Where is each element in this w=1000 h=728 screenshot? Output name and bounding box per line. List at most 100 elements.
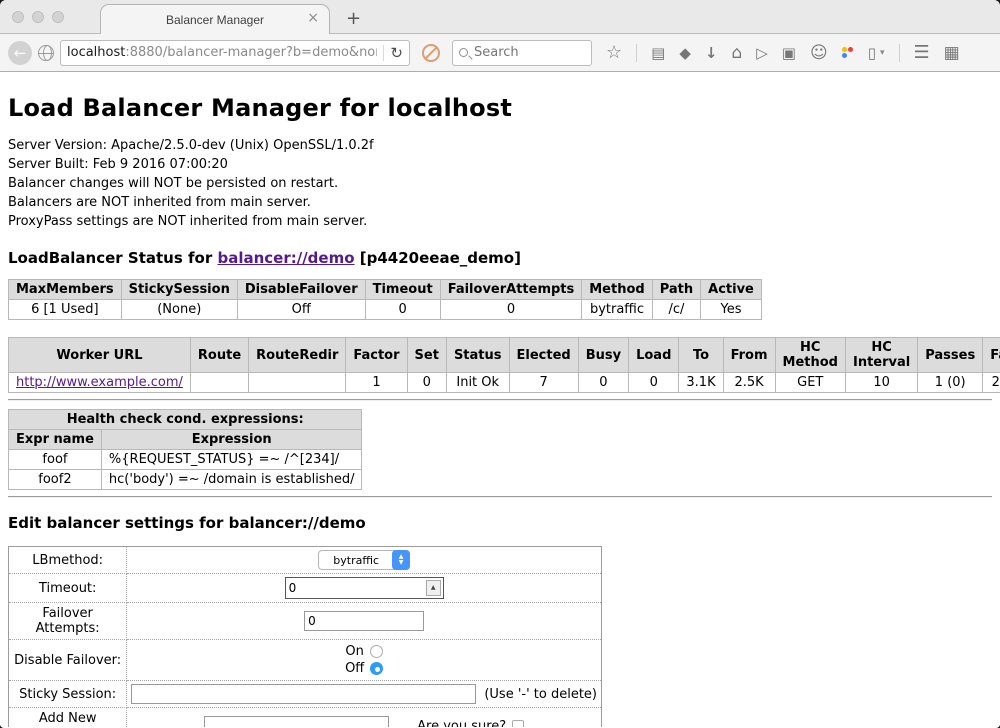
cell-busy: 0 bbox=[578, 373, 628, 393]
pocket-icon[interactable]: ▣ bbox=[782, 45, 796, 61]
form-row-failover: Failover Attempts: bbox=[9, 603, 602, 640]
cell-fails: 2 (0) bbox=[983, 373, 1000, 393]
cell-elected: 7 bbox=[509, 373, 578, 393]
status-heading-prefix: LoadBalancer Status for bbox=[8, 249, 217, 267]
column-header: Set bbox=[407, 338, 446, 373]
chat-icon[interactable]: ☺ bbox=[810, 45, 828, 61]
cell-path: /c/ bbox=[652, 300, 700, 320]
edit-balancer-form: LBmethod: bytraffic ▲▼ Timeout: ▲ bbox=[8, 546, 602, 727]
chevron-down-icon[interactable]: ▾ bbox=[880, 48, 885, 58]
column-header: Expression bbox=[101, 430, 362, 450]
form-row-sticky: Sticky Session: (Use '-' to delete) bbox=[9, 681, 602, 708]
column-header: Timeout bbox=[365, 280, 440, 300]
column-header: To bbox=[679, 338, 723, 373]
lbmethod-selected-value: bytraffic bbox=[329, 554, 393, 567]
home-icon[interactable]: ⌂ bbox=[731, 45, 742, 61]
url-text: localhost:8880/balancer-manager?b=demo&n… bbox=[67, 45, 377, 60]
column-header: DisableFailover bbox=[237, 280, 365, 300]
url-host: localhost bbox=[67, 45, 125, 60]
column-header: Method bbox=[582, 280, 652, 300]
cell-method: bytraffic bbox=[582, 300, 652, 320]
timeout-input[interactable] bbox=[286, 578, 424, 598]
column-header: RouteRedir bbox=[249, 338, 346, 373]
device-icon[interactable]: ▯ bbox=[868, 45, 876, 61]
failover-attempts-label: Failover Attempts: bbox=[9, 603, 127, 640]
status-heading-suffix: [p4420eeae_demo] bbox=[355, 249, 521, 267]
content-blocked-icon[interactable] bbox=[422, 44, 440, 62]
sticky-session-label: Sticky Session: bbox=[9, 681, 127, 708]
worker-url-link[interactable]: http://www.example.com/ bbox=[16, 375, 183, 390]
reload-icon[interactable]: ↻ bbox=[390, 44, 403, 62]
column-header: Active bbox=[701, 280, 762, 300]
column-header: Busy bbox=[578, 338, 628, 373]
form-row-add-worker: Add New Worker: Are you sure? bbox=[9, 708, 602, 728]
number-spinner-icon[interactable]: ▲ bbox=[426, 580, 441, 596]
cell-expr-name: foof2 bbox=[9, 470, 102, 490]
balancer-demo-link[interactable]: balancer://demo bbox=[217, 249, 354, 267]
failover-attempts-input[interactable] bbox=[304, 611, 424, 631]
disable-failover-on-radio[interactable] bbox=[370, 645, 383, 658]
column-header: Status bbox=[446, 338, 509, 373]
new-tab-button[interactable]: + bbox=[346, 8, 361, 29]
select-stepper-icon: ▲▼ bbox=[392, 550, 410, 570]
cell-from: 2.5K bbox=[723, 373, 775, 393]
hello-icon[interactable] bbox=[842, 47, 854, 58]
hello-dot bbox=[848, 47, 853, 52]
column-header: StickySession bbox=[121, 280, 237, 300]
section-divider bbox=[8, 496, 992, 498]
cell-disablefailover: Off bbox=[237, 300, 365, 320]
are-you-sure-group: Are you sure? bbox=[417, 719, 524, 728]
are-you-sure-label: Are you sure? bbox=[417, 719, 506, 728]
health-table-title: Health check cond. expressions: bbox=[9, 410, 362, 430]
downloads-icon[interactable]: ↓ bbox=[705, 45, 718, 61]
disable-failover-off-radio[interactable] bbox=[370, 662, 383, 675]
sticky-session-input[interactable] bbox=[131, 684, 476, 704]
tab-balancer-manager[interactable]: Balancer Manager × bbox=[100, 4, 330, 34]
health-check-table: Health check cond. expressions: Expr nam… bbox=[8, 409, 362, 490]
page-title: Load Balancer Manager for localhost bbox=[8, 94, 992, 122]
disable-failover-label: Disable Failover: bbox=[9, 640, 127, 681]
cell-stickysession: (None) bbox=[121, 300, 237, 320]
browser-window: Balancer Manager × + ← localhost:8880/ba… bbox=[0, 0, 1000, 728]
minimize-window-button[interactable] bbox=[32, 11, 44, 23]
bookmark-star-icon[interactable]: ☆ bbox=[606, 45, 622, 61]
cell-route bbox=[190, 373, 248, 393]
cell-expression: hc('body') =~ /domain is established/ bbox=[101, 470, 362, 490]
server-version-line: Server Version: Apache/2.5.0-dev (Unix) … bbox=[8, 136, 992, 155]
shield-icon[interactable]: ◆ bbox=[679, 45, 691, 61]
search-input[interactable] bbox=[474, 45, 585, 60]
add-worker-input[interactable] bbox=[204, 716, 389, 727]
menu-hamburger-icon[interactable]: ☰ bbox=[914, 45, 930, 61]
table-header-row: Worker URL Route RouteRedir Factor Set S… bbox=[9, 338, 1000, 373]
url-bar[interactable]: localhost:8880/balancer-manager?b=demo&n… bbox=[60, 40, 410, 66]
lbmethod-select[interactable]: bytraffic ▲▼ bbox=[318, 550, 410, 570]
cell-passes: 1 (0) bbox=[918, 373, 983, 393]
tab-close-icon[interactable]: × bbox=[307, 11, 319, 25]
table-row: http://www.example.com/ 1 0 Init Ok 7 0 … bbox=[9, 373, 1000, 393]
are-you-sure-checkbox[interactable] bbox=[512, 720, 524, 728]
close-window-button[interactable] bbox=[12, 11, 24, 23]
reading-list-icon[interactable]: ▤ bbox=[651, 45, 665, 61]
toolbar-icons: ☆ ▤ ◆ ↓ ⌂ ▷ ▣ ☺ ▯ ▾ ☰ ▦ bbox=[606, 44, 960, 62]
back-button[interactable]: ← bbox=[8, 41, 32, 65]
cell-routeredir bbox=[249, 373, 346, 393]
cell-factor: 1 bbox=[346, 373, 407, 393]
column-header: From bbox=[723, 338, 775, 373]
cell-load: 0 bbox=[629, 373, 679, 393]
tab-groups-icon[interactable]: ▦ bbox=[944, 45, 960, 61]
send-tab-icon[interactable]: ▷ bbox=[756, 45, 768, 61]
table-header-row: MaxMembers StickySession DisableFailover… bbox=[9, 280, 762, 300]
cell-hc-method: GET bbox=[775, 373, 845, 393]
form-row-timeout: Timeout: ▲ bbox=[9, 574, 602, 603]
zoom-window-button[interactable] bbox=[52, 11, 64, 23]
server-info: Server Version: Apache/2.5.0-dev (Unix) … bbox=[8, 136, 992, 231]
site-identity-globe-icon[interactable] bbox=[38, 45, 54, 61]
hello-dot bbox=[842, 53, 847, 58]
balancer-status-table: MaxMembers StickySession DisableFailover… bbox=[8, 279, 762, 320]
lbmethod-label: LBmethod: bbox=[9, 547, 127, 574]
column-header: Route bbox=[190, 338, 248, 373]
search-bar[interactable] bbox=[452, 40, 592, 66]
column-header: Elected bbox=[509, 338, 578, 373]
cell-active: Yes bbox=[701, 300, 762, 320]
table-row: foof2 hc('body') =~ /domain is establish… bbox=[9, 470, 362, 490]
